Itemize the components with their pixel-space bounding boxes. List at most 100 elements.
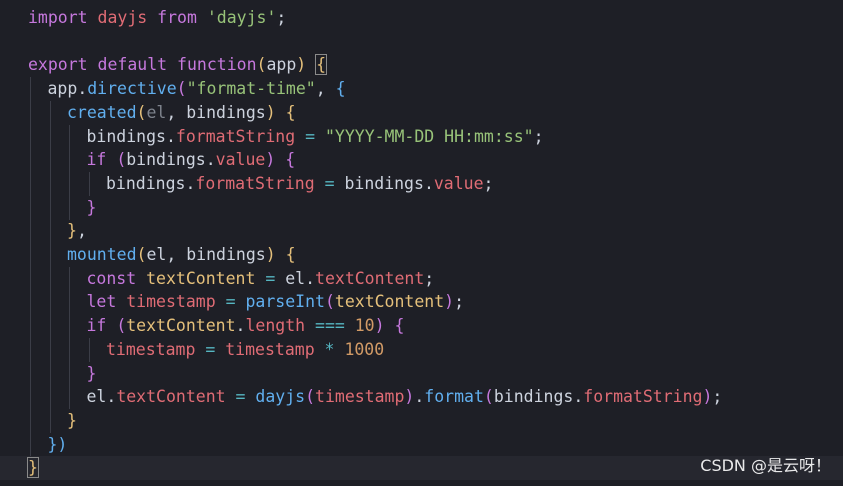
- code-text: export default function(app) {: [28, 53, 328, 77]
- code-line[interactable]: }: [0, 195, 843, 220]
- code-token: timestamp: [315, 387, 405, 407]
- indent-guide: [30, 219, 31, 244]
- code-token: const: [86, 268, 137, 288]
- code-line[interactable]: },: [0, 219, 843, 244]
- code-line[interactable]: const textContent = el.textContent;: [0, 266, 843, 291]
- code-token: =: [195, 339, 226, 359]
- code-token: .: [423, 173, 434, 193]
- code-token: el: [146, 102, 167, 122]
- code-token: textContent: [126, 316, 236, 336]
- indent-guide: [30, 77, 31, 102]
- code-token: function: [177, 55, 257, 75]
- code-token: {: [394, 316, 405, 336]
- code-token: *: [314, 339, 345, 359]
- indent-guide: [49, 124, 51, 149]
- code-token: =: [295, 126, 325, 146]
- code-line[interactable]: el.textContent = dayjs(timestamp).format…: [0, 385, 843, 410]
- csdn-watermark: CSDN @是云呀！: [700, 456, 831, 475]
- code-token: ;: [712, 387, 723, 407]
- code-token: bindings: [86, 126, 166, 146]
- code-line[interactable]: let timestamp = parseInt(textContent);: [0, 290, 843, 315]
- code-token: created: [67, 102, 137, 122]
- indent-guide: [30, 337, 31, 362]
- indent-guide: [69, 148, 70, 173]
- code-text: const textContent = el.textContent;: [87, 267, 435, 291]
- code-token: =: [255, 268, 286, 288]
- code-token: format: [424, 387, 484, 407]
- code-token: {: [285, 245, 296, 264]
- code-token: ): [374, 316, 385, 336]
- code-token: {: [285, 102, 296, 122]
- code-text: app.directive("format-time", {: [48, 77, 346, 101]
- indent-guide: [88, 171, 90, 196]
- code-token: bindings: [344, 173, 424, 193]
- code-line[interactable]: [0, 30, 843, 54]
- code-token: app: [266, 55, 297, 75]
- code-line[interactable]: export default function(app) {: [0, 53, 843, 77]
- indent-guide: [49, 100, 51, 125]
- code-token: value: [433, 173, 484, 193]
- indent-guide: [69, 124, 70, 149]
- code-line[interactable]: created(el, bindings) {: [0, 100, 843, 125]
- code-token: }: [67, 221, 77, 241]
- code-token: ===: [305, 316, 355, 336]
- indent-guide: [49, 148, 51, 173]
- code-token: (: [176, 79, 187, 99]
- code-token: ;: [533, 126, 544, 146]
- indent-guide: [49, 408, 51, 433]
- indent-guide: [30, 195, 31, 220]
- code-token: timestamp: [126, 292, 216, 312]
- code-token: "format-time": [186, 79, 316, 99]
- code-line[interactable]: bindings.formatString = "YYYY-MM-DD HH:m…: [0, 124, 843, 149]
- code-line[interactable]: }: [0, 408, 843, 433]
- code-line[interactable]: if (bindings.value) {: [0, 148, 843, 173]
- code-token: ;: [483, 173, 494, 193]
- indent-guide: [69, 361, 70, 386]
- code-token: if: [86, 316, 107, 336]
- indent-guide: [69, 266, 70, 291]
- code-line[interactable]: bindings.formatString = bindings.value;: [0, 171, 843, 196]
- code-token: }: [67, 410, 77, 430]
- code-text: }: [87, 362, 97, 386]
- code-token: mounted: [67, 245, 137, 264]
- code-line[interactable]: mounted(el, bindings) {: [0, 243, 843, 267]
- code-line[interactable]: app.directive("format-time", {: [0, 77, 843, 102]
- code-token: from: [157, 8, 197, 27]
- code-token: "YYYY-MM-DD HH:mm:ss": [324, 126, 534, 146]
- code-token: value: [215, 150, 266, 170]
- code-text: created(el, bindings) {: [67, 101, 296, 125]
- indent-guide: [30, 361, 31, 386]
- code-token: ): [404, 387, 415, 407]
- code-token: ): [296, 55, 307, 75]
- code-text: }: [27, 456, 39, 480]
- code-line[interactable]: if (textContent.length === 10) {: [0, 314, 843, 339]
- indent-guide: [30, 314, 31, 339]
- code-token: }): [47, 434, 68, 454]
- indent-guide: [30, 243, 31, 267]
- code-token: =: [314, 173, 345, 193]
- code-token: directive: [87, 79, 177, 99]
- code-line[interactable]: }: [0, 361, 843, 386]
- code-token: (: [116, 150, 127, 170]
- code-token: import: [28, 8, 88, 27]
- code-text: }): [48, 433, 68, 457]
- indent-guide: [30, 124, 31, 149]
- code-editor[interactable]: import dayjs from 'dayjs'; export default…: [0, 0, 843, 486]
- code-line[interactable]: import dayjs from 'dayjs';: [0, 6, 843, 30]
- code-token: textContent: [116, 387, 226, 407]
- code-line[interactable]: timestamp = timestamp * 1000: [0, 337, 843, 362]
- indent-guide: [69, 314, 70, 339]
- code-token: 10: [354, 316, 375, 336]
- code-token: ;: [276, 8, 287, 27]
- indent-guide: [49, 290, 51, 315]
- code-token: }: [86, 363, 97, 383]
- code-token: }: [27, 457, 39, 479]
- indent-guide: [30, 432, 31, 457]
- code-token: .: [305, 268, 316, 288]
